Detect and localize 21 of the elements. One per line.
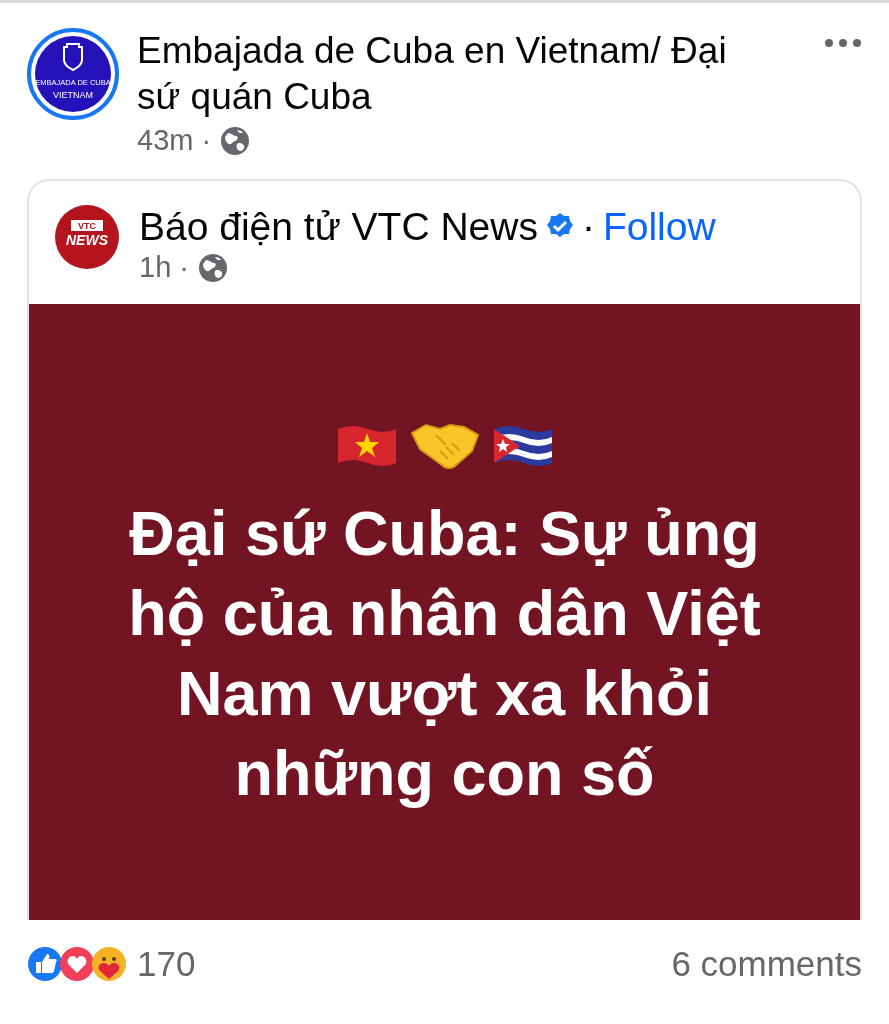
source-name[interactable]: Báo điện tử VTC News — [139, 205, 538, 249]
comment-count[interactable]: 6 comments — [671, 944, 862, 984]
care-icon — [91, 946, 127, 982]
reaction-count[interactable]: 170 — [137, 944, 196, 984]
globe-icon — [196, 251, 229, 284]
post-time: 1h — [139, 251, 172, 284]
follow-link[interactable]: Follow — [602, 205, 716, 249]
separator-dot: · — [179, 251, 189, 284]
post-time: 43m — [137, 124, 194, 157]
globe-icon — [219, 124, 252, 157]
page-name[interactable]: Embajada de Cuba en Vietnam/ Đại sứ quán Cuba — [137, 28, 747, 120]
more-icon[interactable] — [824, 38, 862, 48]
headline: Đại sứ Cuba: Sự ủng hộ của nhân dân Việt Nam vượt xa khỏi những con số — [127, 497, 762, 810]
separator-dot: · — [581, 205, 595, 249]
vietnam-flag-icon — [335, 423, 398, 467]
cuba-flag-icon — [491, 423, 554, 467]
shared-post-card[interactable]: VTC NEWS Báo điện tử VTC News · Follow 1h · Đại sứ Cuba: Sự ủng hộ của nhân dân Việt Nam vượt xa khỏi những con số — [27, 179, 862, 920]
news-avatar[interactable]: VTC NEWS — [55, 205, 119, 269]
separator-dot: · — [201, 124, 212, 157]
like-icon — [27, 946, 63, 982]
love-icon — [59, 946, 95, 982]
